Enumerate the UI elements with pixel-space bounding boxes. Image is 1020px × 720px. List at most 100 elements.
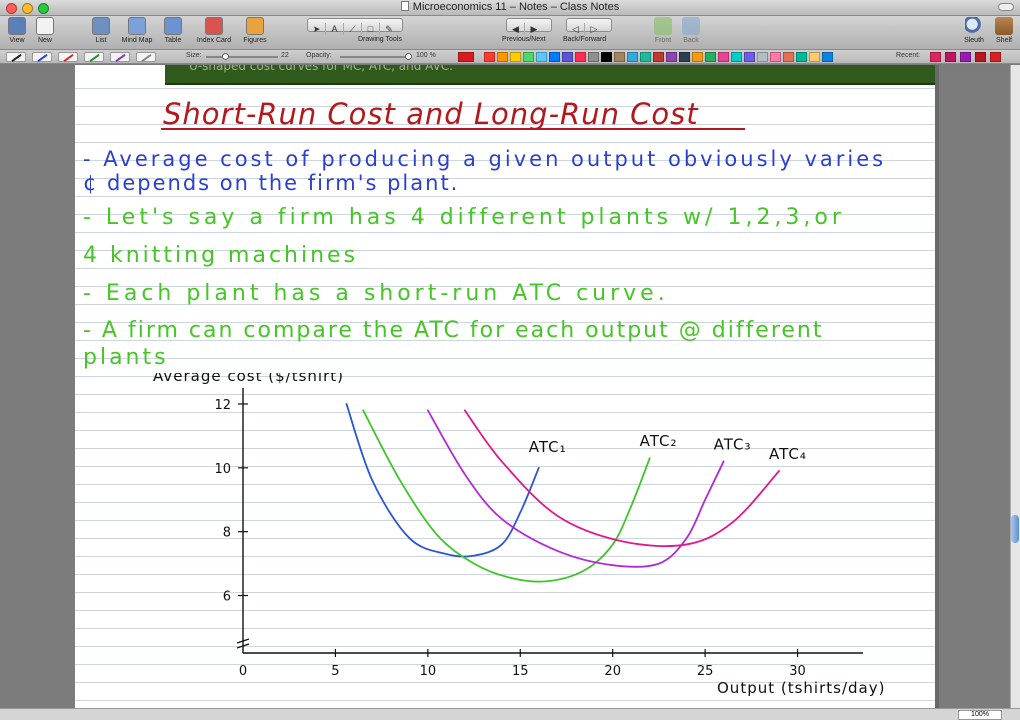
palette-color-swatch[interactable]: [627, 52, 638, 62]
palette-color-swatch[interactable]: [601, 52, 612, 62]
palette-color-swatch[interactable]: [705, 52, 716, 62]
recent-label: Recent:: [896, 52, 921, 59]
recent-color-swatch[interactable]: [960, 52, 971, 62]
bring-front-icon: [654, 17, 672, 35]
toolbar-view-button[interactable]: View: [4, 17, 30, 44]
front-button[interactable]: Front: [650, 17, 676, 44]
opacity-slider-knob[interactable]: [405, 53, 412, 60]
index-card-icon: [205, 17, 223, 35]
line-tool-icon[interactable]: ⟋: [344, 23, 362, 35]
status-bar: 100%: [0, 708, 1020, 720]
note-page[interactable]: U-shaped cost curves for MC, ATC, and AV…: [75, 65, 935, 710]
pen-tool-icon[interactable]: ✎: [380, 23, 398, 35]
toolbar-label: Table: [164, 37, 182, 44]
palette-color-swatch[interactable]: [679, 52, 690, 62]
palette-color-swatch[interactable]: [796, 52, 807, 62]
palette-color-swatch[interactable]: [549, 52, 560, 62]
opacity-slider[interactable]: [340, 56, 412, 58]
palette-color-swatch[interactable]: [718, 52, 729, 62]
pen-preset-icon[interactable]: [32, 52, 52, 62]
current-color-swatch[interactable]: [458, 52, 474, 62]
palette-color-swatch[interactable]: [757, 52, 768, 62]
palette-color-swatch[interactable]: [523, 52, 534, 62]
shape-tool-icon[interactable]: □: [362, 23, 380, 35]
zoom-level-field[interactable]: 100%: [958, 710, 1002, 720]
palette-color-swatch[interactable]: [809, 52, 820, 62]
palette-color-swatch[interactable]: [484, 52, 495, 62]
bullet-2-line-1: - Let's say a firm has 4 different plant…: [83, 205, 845, 230]
mind-map-icon: [128, 17, 146, 35]
toolbar-list-button[interactable]: List: [88, 17, 114, 44]
toolbar-figures-button[interactable]: Figures: [240, 17, 270, 44]
pen-preset-icon[interactable]: [58, 52, 78, 62]
recent-color-swatch[interactable]: [990, 52, 1001, 62]
palette-color-swatch[interactable]: [731, 52, 742, 62]
pen-preset-icon[interactable]: [136, 52, 156, 62]
bullet-3-line-1: - Each plant has a short-run ATC curve.: [83, 281, 669, 306]
palette-color-swatch[interactable]: [588, 52, 599, 62]
recent-color-swatch[interactable]: [930, 52, 941, 62]
palette-color-swatch[interactable]: [536, 52, 547, 62]
forward-icon[interactable]: ▷: [585, 23, 603, 35]
app-window: Microeconomics 11 – Notes – Class Notes …: [0, 0, 1020, 720]
y-tick-label: 8: [223, 526, 231, 541]
sleuth-button[interactable]: Sleuth: [960, 17, 988, 44]
recent-color-swatch[interactable]: [945, 52, 956, 62]
palette-color-swatch[interactable]: [692, 52, 703, 62]
palette-color-swatch[interactable]: [822, 52, 833, 62]
palette-color-swatch[interactable]: [614, 52, 625, 62]
palette-color-swatch[interactable]: [575, 52, 586, 62]
previous-note-banner: U-shaped cost curves for MC, ATC, and AV…: [165, 65, 935, 85]
palette-color-swatch[interactable]: [783, 52, 794, 62]
format-bar: Size: 22 Opacity: 100 % Recent:: [0, 50, 1020, 64]
size-slider[interactable]: [206, 56, 278, 58]
toolbar-new-note-button[interactable]: New: [32, 17, 58, 44]
vertical-scrollbar[interactable]: [1010, 65, 1020, 710]
size-value: 22: [281, 52, 289, 59]
y-tick-label: 10: [214, 462, 231, 477]
palette-color-swatch[interactable]: [640, 52, 651, 62]
view-icon: [8, 17, 26, 35]
toolbar-label: Index Card: [196, 37, 232, 44]
drawing-tools-segment: ➤ A ⟋ □ ✎: [307, 18, 403, 35]
series-label-atc4: ATC₄: [769, 445, 807, 463]
title-bar: Microeconomics 11 – Notes – Class Notes: [0, 0, 1020, 16]
shelf-button[interactable]: Shelf: [990, 17, 1018, 44]
toolbar-index-card-button[interactable]: Index Card: [192, 17, 236, 44]
back-button[interactable]: Back: [678, 17, 704, 44]
back-forward-label: Back/Forward: [563, 36, 607, 43]
palette-color-swatch[interactable]: [562, 52, 573, 62]
palette-color-swatch[interactable]: [666, 52, 677, 62]
page-shadow: [935, 65, 939, 710]
previous-next-segment: ◀ ▶: [506, 18, 552, 35]
pointer-tool-icon[interactable]: ➤: [308, 23, 326, 35]
palette-color-swatch[interactable]: [770, 52, 781, 62]
back-icon[interactable]: ◁: [567, 23, 585, 35]
palette-color-swatch[interactable]: [497, 52, 508, 62]
pen-stroke: [63, 54, 74, 62]
pen-preset-icon[interactable]: [110, 52, 130, 62]
toolbar-mind-map-button[interactable]: Mind Map: [117, 17, 157, 44]
palette-color-swatch[interactable]: [653, 52, 664, 62]
previous-note-icon[interactable]: ◀: [507, 23, 525, 35]
opacity-value: 100 %: [416, 52, 436, 59]
bullet-4-line-1: - A firm can compare the ATC for each ou…: [83, 318, 824, 343]
size-slider-knob[interactable]: [222, 53, 229, 60]
x-tick-label: 10: [420, 664, 437, 679]
pen-preset-icon[interactable]: [6, 52, 26, 62]
shelf-label: Shelf: [996, 37, 1012, 44]
palette-color-swatch[interactable]: [744, 52, 755, 62]
table-icon: [164, 17, 182, 35]
pen-preset-icon[interactable]: [84, 52, 104, 62]
document-canvas: U-shaped cost curves for MC, ATC, and AV…: [0, 65, 1020, 720]
next-note-icon[interactable]: ▶: [525, 23, 543, 35]
palette-color-swatch[interactable]: [510, 52, 521, 62]
series-label-atc3: ATC₃: [714, 435, 752, 453]
x-tick-label: 0: [239, 664, 247, 679]
text-tool-icon[interactable]: A: [326, 23, 344, 35]
recent-color-swatch[interactable]: [975, 52, 986, 62]
toolbar-toggle-button[interactable]: [998, 3, 1014, 11]
scrollbar-thumb[interactable]: [1011, 515, 1019, 543]
x-tick-label: 5: [331, 664, 339, 679]
toolbar-table-button[interactable]: Table: [160, 17, 186, 44]
